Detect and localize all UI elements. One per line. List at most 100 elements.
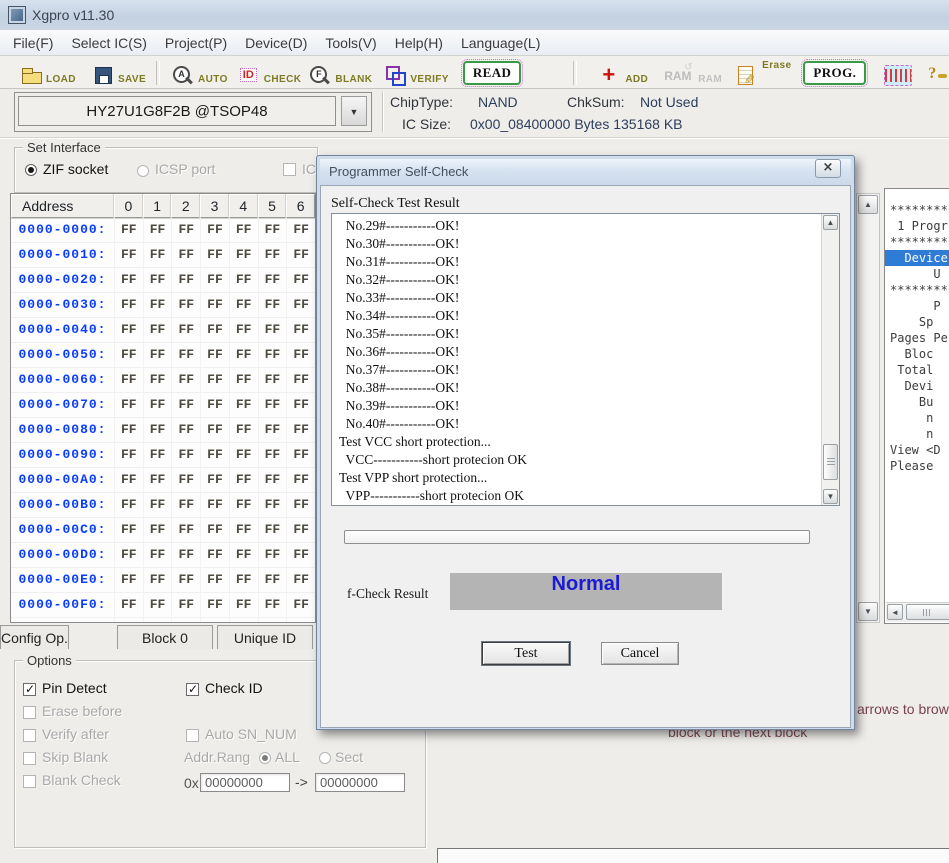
hex-byte-cell[interactable]: FF [114, 243, 143, 267]
hex-byte-cell[interactable]: FF [286, 293, 315, 317]
self-check-result-line[interactable]: No.35#-----------OK! [339, 325, 839, 343]
toolbar-button[interactable] [573, 61, 577, 85]
hex-byte-cell[interactable]: FF [229, 468, 258, 492]
toolbar-button[interactable]: SAVE [92, 59, 146, 86]
hex-byte-cell[interactable]: FF [229, 543, 258, 567]
hex-byte-cell[interactable]: FF [200, 268, 229, 292]
hex-byte-cell[interactable]: FF [171, 443, 200, 467]
hex-byte-cell[interactable]: FF [200, 368, 229, 392]
hex-byte-cell[interactable]: FF [143, 318, 172, 342]
hex-byte-cell[interactable]: FF [200, 243, 229, 267]
cancel-button[interactable]: Cancel [601, 642, 679, 665]
hex-byte-cell[interactable]: FF [286, 618, 315, 623]
hex-byte-cell[interactable]: FF [286, 343, 315, 367]
hex-byte-cell[interactable]: FF [171, 618, 200, 623]
ic-checkbox[interactable] [283, 163, 296, 176]
hex-byte-cell[interactable]: FF [143, 243, 172, 267]
hex-byte-cell[interactable]: FF [143, 618, 172, 623]
hex-byte-cell[interactable]: FF [258, 343, 287, 367]
hex-byte-cell[interactable]: FF [143, 218, 172, 242]
hex-byte-cell[interactable]: FF [114, 218, 143, 242]
verify-after-checkbox[interactable] [23, 729, 36, 742]
hex-byte-cell[interactable]: FF [229, 393, 258, 417]
scrollbar-thumb[interactable] [823, 444, 838, 480]
auto-sn-checkbox[interactable] [186, 729, 199, 742]
hex-byte-cell[interactable]: FF [143, 268, 172, 292]
menu-item[interactable]: Language(L) [452, 31, 549, 55]
blank-check-checkbox[interactable] [23, 775, 36, 788]
menu-item[interactable]: Tools(V) [316, 31, 385, 55]
hex-byte-cell[interactable]: FF [200, 218, 229, 242]
hex-byte-cell[interactable]: FF [171, 268, 200, 292]
hex-byte-cell[interactable]: FF [258, 443, 287, 467]
log-line[interactable]: Pages Pe [890, 330, 949, 346]
buffer-tab[interactable]: Unique ID [217, 625, 313, 649]
hex-byte-cell[interactable]: FF [258, 293, 287, 317]
hex-byte-cell[interactable]: FF [143, 543, 172, 567]
hex-byte-cell[interactable]: FF [171, 518, 200, 542]
hex-byte-cell[interactable]: FF [200, 318, 229, 342]
toolbar-button[interactable]: ADD [599, 59, 648, 86]
hex-byte-cell[interactable]: FF [286, 418, 315, 442]
hex-byte-cell[interactable]: FF [114, 593, 143, 617]
hex-byte-cell[interactable]: FF [114, 343, 143, 367]
hex-column-header[interactable]: 3 [200, 194, 229, 218]
self-check-result-line[interactable]: Test VPP short protection... [339, 469, 839, 487]
hex-byte-cell[interactable]: FF [258, 543, 287, 567]
hex-byte-cell[interactable]: FF [143, 418, 172, 442]
toolbar-button[interactable]: BLANK [309, 59, 372, 86]
hex-byte-cell[interactable]: FF [229, 243, 258, 267]
hex-column-header[interactable]: 5 [258, 194, 287, 218]
menu-item[interactable]: Project(P) [156, 31, 236, 55]
log-line[interactable]: U [890, 266, 949, 282]
pin-detect-checkbox[interactable] [23, 683, 36, 696]
hex-byte-cell[interactable]: FF [200, 518, 229, 542]
hex-byte-cell[interactable]: FF [258, 593, 287, 617]
hex-column-header[interactable]: 4 [229, 194, 258, 218]
hex-byte-cell[interactable]: FF [258, 268, 287, 292]
hex-byte-cell[interactable]: FF [114, 393, 143, 417]
hex-byte-cell[interactable]: FF [200, 568, 229, 592]
hex-column-header[interactable]: 1 [143, 194, 172, 218]
hex-byte-cell[interactable]: FF [143, 393, 172, 417]
scroll-down-button[interactable]: ▼ [823, 489, 838, 504]
hex-byte-cell[interactable]: FF [114, 618, 143, 623]
menu-item[interactable]: Help(H) [386, 31, 452, 55]
hex-byte-cell[interactable]: FF [200, 293, 229, 317]
menu-item[interactable]: Select IC(S) [62, 31, 155, 55]
hex-byte-cell[interactable]: FF [114, 418, 143, 442]
self-check-result-line[interactable]: VCC-----------short protecion OK [339, 451, 839, 469]
hex-byte-cell[interactable]: FF [114, 318, 143, 342]
hex-byte-cell[interactable]: FF [229, 618, 258, 623]
log-line[interactable]: Total [890, 362, 949, 378]
hex-byte-cell[interactable]: FF [114, 443, 143, 467]
hex-byte-cell[interactable]: FF [286, 368, 315, 392]
log-line[interactable]: n [890, 426, 949, 442]
log-line[interactable]: Bu [890, 394, 949, 410]
hex-byte-cell[interactable]: FF [171, 468, 200, 492]
self-check-result-line[interactable]: No.37#-----------OK! [339, 361, 839, 379]
log-line[interactable]: Device [885, 250, 949, 266]
toolbar-button[interactable]: AUTO [172, 59, 228, 86]
hex-byte-cell[interactable]: FF [143, 343, 172, 367]
hex-vertical-scrollbar[interactable]: ▲ ▼ [856, 193, 880, 623]
buffer-tab[interactable]: Block 0 [117, 625, 213, 649]
hex-byte-cell[interactable]: FF [286, 443, 315, 467]
hex-byte-cell[interactable]: FF [229, 443, 258, 467]
hex-byte-cell[interactable]: FF [114, 543, 143, 567]
hex-byte-cell[interactable]: FF [200, 593, 229, 617]
hex-byte-cell[interactable]: FF [200, 468, 229, 492]
hex-byte-cell[interactable]: FF [229, 493, 258, 517]
addr-to-input[interactable] [315, 773, 405, 792]
hex-byte-cell[interactable]: FF [171, 293, 200, 317]
icsp-port-radio[interactable] [137, 165, 149, 177]
hex-byte-cell[interactable]: FF [229, 518, 258, 542]
self-check-result-line[interactable]: No.34#-----------OK! [339, 307, 839, 325]
hex-byte-cell[interactable]: FF [171, 418, 200, 442]
self-check-result-line[interactable]: No.31#-----------OK! [339, 253, 839, 271]
hex-byte-cell[interactable]: FF [200, 393, 229, 417]
addr-all-radio[interactable] [259, 752, 271, 764]
self-check-result-line[interactable]: Test VCC short protection... [339, 433, 839, 451]
dialog-close-button[interactable]: × [815, 159, 841, 178]
toolbar-button[interactable]: LOAD [20, 59, 76, 86]
